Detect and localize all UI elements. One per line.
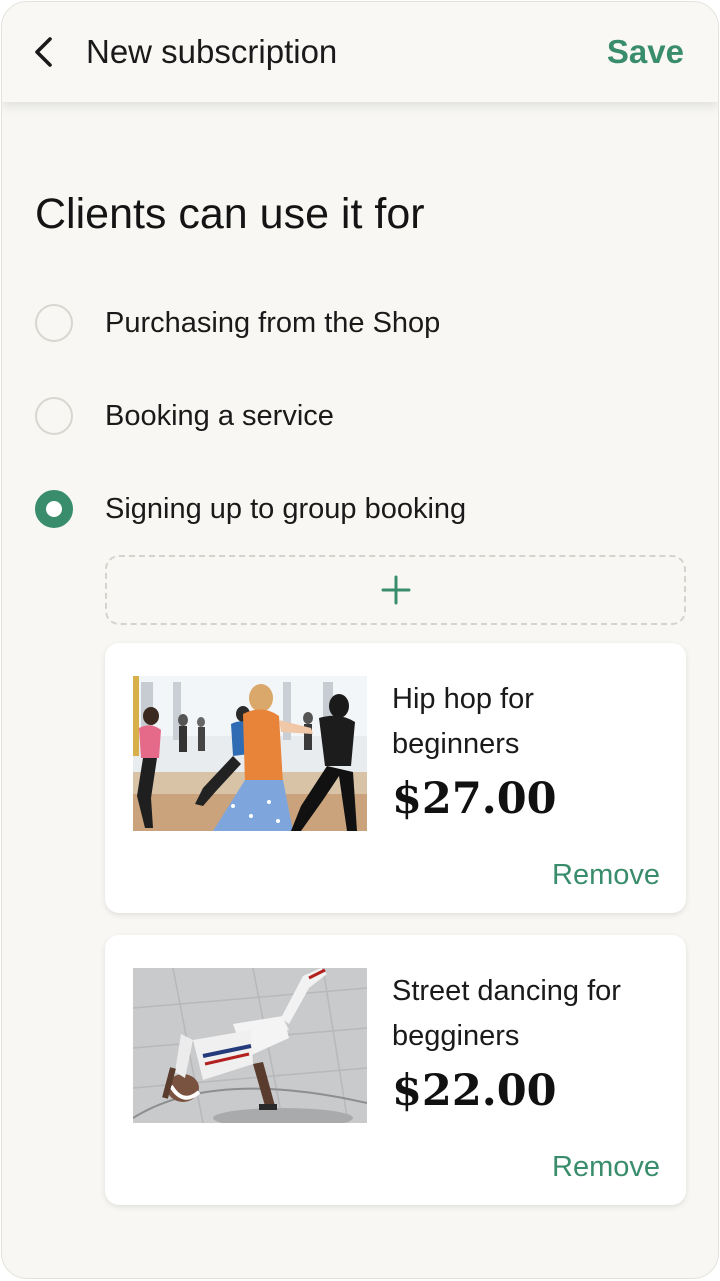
plus-icon <box>381 575 410 605</box>
remove-button[interactable]: Remove <box>552 1149 660 1185</box>
booking-name: Street dancing for begginers <box>392 975 621 1052</box>
group-booking-card: Hip hop for beginners $27.00 Remove <box>105 643 686 913</box>
option-booking-service[interactable]: Booking a service <box>35 395 334 437</box>
save-button[interactable]: Save <box>607 32 684 72</box>
group-booking-card: Street dancing for begginers $22.00 Remo… <box>105 935 686 1205</box>
booking-price: $27.00 <box>392 774 557 824</box>
remove-button[interactable]: Remove <box>552 857 660 893</box>
option-group-booking[interactable]: Signing up to group booking <box>35 488 466 530</box>
page-title: New subscription <box>86 33 338 70</box>
radio-button[interactable] <box>35 304 73 342</box>
option-label: Booking a service <box>105 400 334 432</box>
radio-button[interactable] <box>35 397 73 435</box>
section-title: Clients can use it for <box>35 190 425 238</box>
breakdancer-photo <box>133 968 367 1123</box>
screen: New subscription Save Clients can use it… <box>1 1 719 1279</box>
radio-button-selected[interactable] <box>35 490 73 528</box>
back-button[interactable] <box>24 30 68 74</box>
option-label: Signing up to group booking <box>105 493 467 525</box>
booking-name: Hip hop for beginners <box>392 683 534 760</box>
option-purchasing-shop[interactable]: Purchasing from the Shop <box>35 302 440 344</box>
option-label: Purchasing from the Shop <box>105 307 441 339</box>
booking-price: $22.00 <box>392 1066 557 1116</box>
chevron-left-icon <box>35 37 52 67</box>
add-group-booking-button[interactable] <box>105 555 686 625</box>
dance-class-photo <box>133 676 367 831</box>
app-header: New subscription Save <box>2 2 718 102</box>
